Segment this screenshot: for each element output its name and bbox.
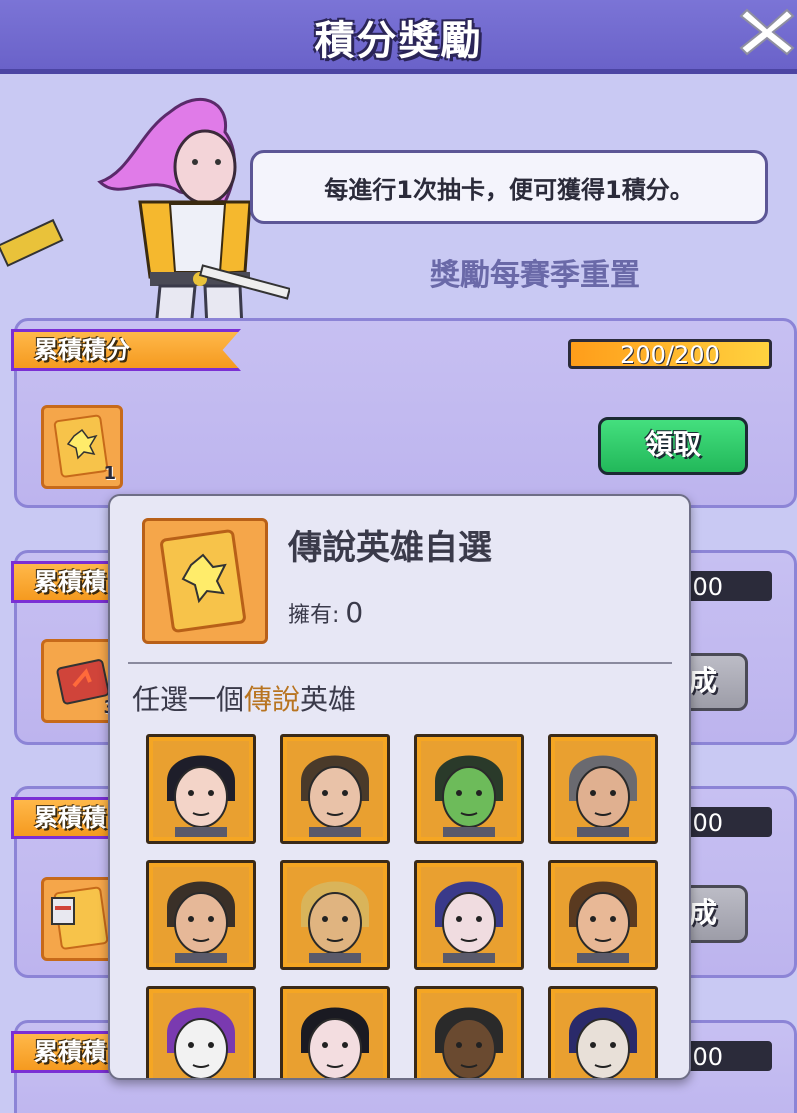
- points-progress-bar: 200/200: [568, 339, 772, 369]
- reward-card: 累積積分 200/200 1 領取: [11, 318, 797, 508]
- popup-title: 傳說英雄自選: [288, 528, 492, 568]
- hero-portrait-curly-hair-man-icon: [153, 867, 249, 963]
- hero-option[interactable]: [414, 860, 524, 970]
- hero-option[interactable]: [146, 986, 256, 1078]
- hero-option[interactable]: [146, 860, 256, 970]
- reward-item-icon[interactable]: 1: [41, 405, 123, 489]
- page-title: 積分獎勵: [314, 18, 483, 64]
- header-bar: 積分獎勵: [0, 0, 797, 74]
- owned-value: 0: [345, 596, 364, 629]
- choose-hero-label: 任選一個傳說英雄: [132, 678, 356, 718]
- hero-portrait-masked-man-icon: [555, 993, 651, 1078]
- hero-option[interactable]: [548, 986, 658, 1078]
- legendary-pack-icon: [160, 529, 246, 633]
- hero-portrait-dreadlocks-man-icon: [421, 993, 517, 1078]
- hero-grid: [146, 734, 658, 1078]
- divider: [128, 662, 672, 664]
- info-area: 每進行1次抽卡，便可獲得1積分。 獎勵每賽季重置: [0, 74, 797, 392]
- hero-portrait-slick-hair-man-icon: [287, 741, 383, 837]
- item-detail-popup: 傳說英雄自選 擁有: 0 任選一個傳說英雄: [108, 494, 691, 1080]
- item-count: 1: [103, 463, 116, 484]
- popup-item-icon: [142, 518, 268, 644]
- hero-portrait-blonde-bearded-man-icon: [287, 867, 383, 963]
- hero-option[interactable]: [280, 860, 390, 970]
- card-banner: 累積積分: [11, 329, 241, 371]
- hero-option[interactable]: [280, 734, 390, 844]
- hero-option[interactable]: [414, 986, 524, 1078]
- hero-portrait-blue-hair-girl-icon: [421, 867, 517, 963]
- hero-portrait-clown-icon: [153, 993, 249, 1078]
- hero-portrait-black-hair-girl-icon: [287, 993, 383, 1078]
- season-reset-note: 獎勵每賽季重置: [430, 258, 640, 293]
- hero-option[interactable]: [414, 734, 524, 844]
- owned-count: 擁有: 0: [288, 596, 363, 629]
- hero-option[interactable]: [548, 734, 658, 844]
- info-speech-bubble: 每進行1次抽卡，便可獲得1積分。: [250, 150, 768, 224]
- hero-portrait-green-zombie-icon: [421, 741, 517, 837]
- choose-suffix: 英雄: [300, 683, 357, 716]
- hero-option[interactable]: [548, 860, 658, 970]
- hero-portrait-bearded-soldier-icon: [555, 741, 651, 837]
- hero-option[interactable]: [146, 734, 256, 844]
- close-button[interactable]: [737, 2, 797, 58]
- hero-portrait-brown-hair-woman-icon: [555, 867, 651, 963]
- claim-button[interactable]: 領取: [598, 417, 748, 475]
- close-icon: [739, 8, 795, 56]
- legendary-accent: 傳說: [244, 683, 301, 716]
- hero-portrait-dark-hair-woman-icon: [153, 741, 249, 837]
- owned-label: 擁有:: [288, 603, 340, 628]
- choose-prefix: 任選一個: [132, 683, 245, 716]
- hero-option[interactable]: [280, 986, 390, 1078]
- progress-text: 200/200: [620, 341, 720, 369]
